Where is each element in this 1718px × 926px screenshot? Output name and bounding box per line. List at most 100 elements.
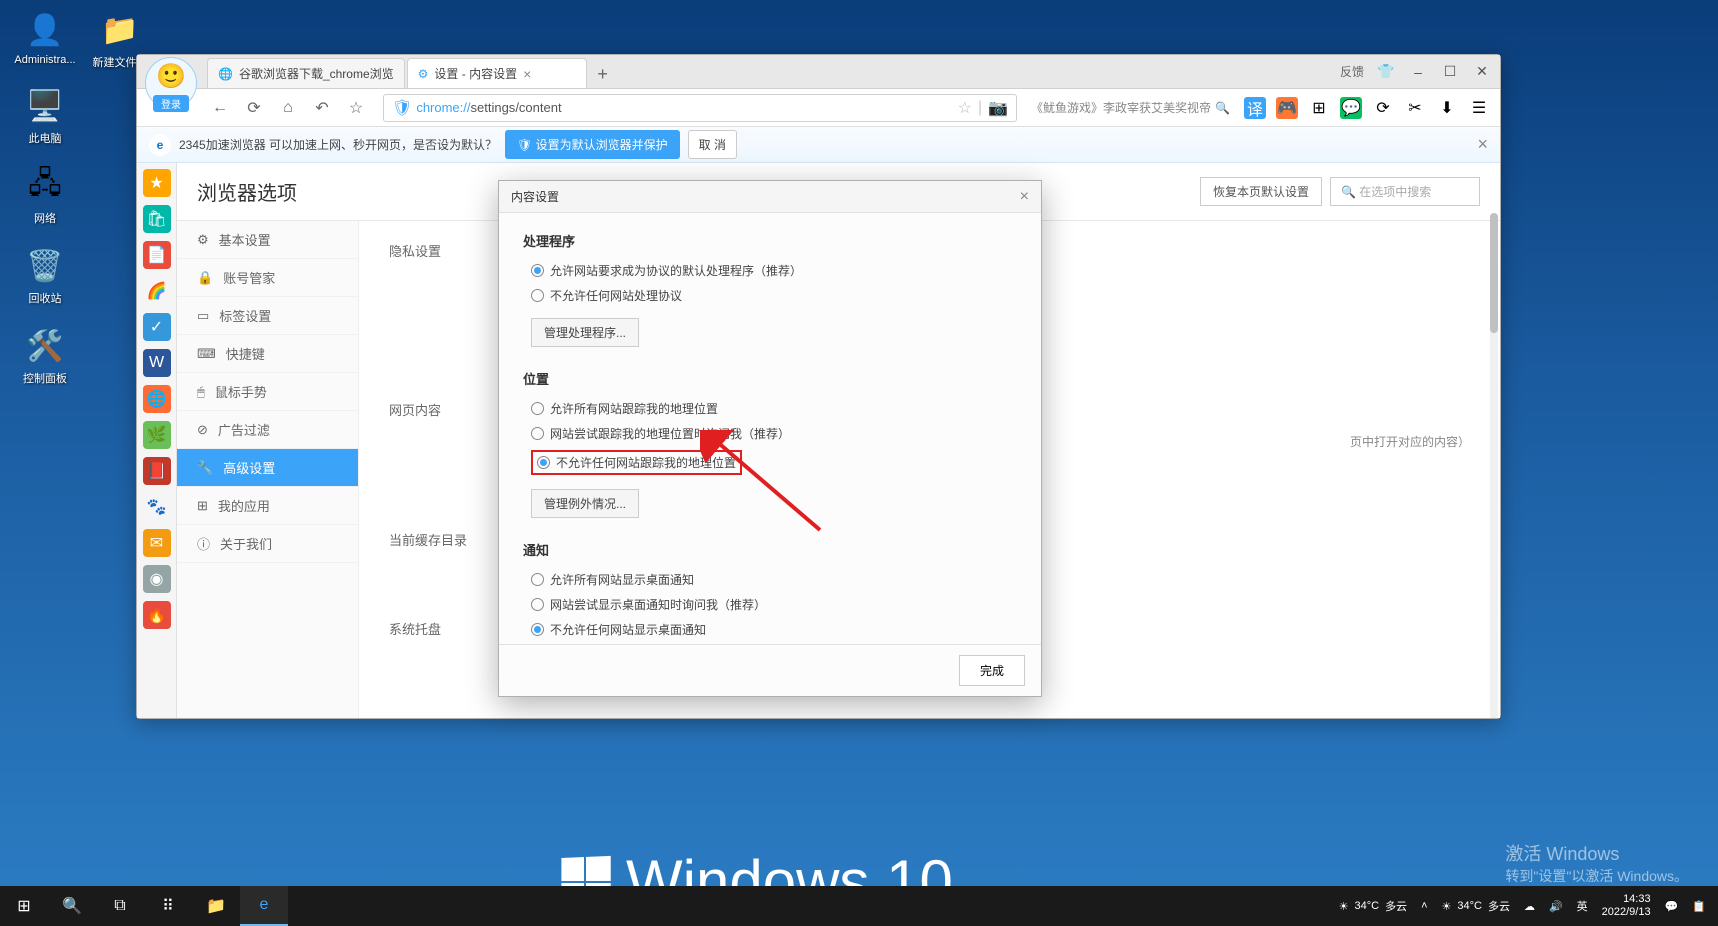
tray-volume-icon[interactable]: 🔊: [1549, 900, 1563, 913]
handler-opt1[interactable]: 允许网站要求成为协议的默认处理程序（推荐）: [523, 262, 1017, 279]
desktop-icon-network[interactable]: 🖧网络: [10, 166, 80, 226]
tray-chevron-icon[interactable]: ˄: [1421, 900, 1427, 912]
new-tab-button[interactable]: +: [589, 60, 617, 88]
apps-icon[interactable]: ⊞: [1308, 97, 1330, 119]
apps-button[interactable]: ⠿: [144, 886, 192, 926]
notify-opt2[interactable]: 网站尝试显示桌面通知时询问我（推荐）: [523, 596, 1017, 613]
edge-button[interactable]: e: [240, 886, 288, 926]
nav-adfilter[interactable]: ⊘广告过滤: [177, 411, 358, 449]
nav-mouse[interactable]: 🖱鼠标手势: [177, 373, 358, 411]
settings-search-input[interactable]: 🔍 在选项中搜索: [1330, 177, 1480, 206]
rail-chrome-icon[interactable]: 🌈: [143, 277, 171, 305]
feedback-label[interactable]: 反馈: [1340, 63, 1364, 80]
weather-widget[interactable]: ☀ 34°C 多云: [1339, 898, 1407, 914]
rail-pdf-icon[interactable]: 📄: [143, 241, 171, 269]
nav-advanced[interactable]: 🔧高级设置: [177, 449, 358, 487]
rail-paw-icon[interactable]: 🐾: [143, 493, 171, 521]
close-icon[interactable]: ×: [1477, 134, 1488, 155]
search-hint[interactable]: 《鱿鱼游戏》李政宰获艾美奖视帝 🔍: [1031, 99, 1230, 116]
nav-account[interactable]: 🔒账号管家: [177, 259, 358, 297]
set-default-button[interactable]: 🛡 设置为默认浏览器并保护: [505, 130, 680, 159]
done-button[interactable]: 完成: [959, 655, 1025, 686]
ime-indicator[interactable]: 英: [1577, 898, 1588, 914]
handler-title: 处理程序: [523, 231, 1017, 250]
explorer-button[interactable]: 📁: [192, 886, 240, 926]
close-button[interactable]: ✕: [1472, 62, 1492, 82]
handler-opt2[interactable]: 不允许任何网站处理协议: [523, 287, 1017, 304]
star-button[interactable]: ☆: [343, 95, 369, 121]
nav-myapps[interactable]: ⊞我的应用: [177, 487, 358, 525]
start-button[interactable]: ⊞: [0, 886, 48, 926]
cancel-button[interactable]: 取 消: [688, 130, 737, 159]
close-icon[interactable]: ×: [523, 66, 531, 82]
activation-watermark: 激活 Windows 转到"设置"以激活 Windows。: [1505, 840, 1688, 886]
back-button[interactable]: ←: [207, 95, 233, 121]
gear-icon: ⚙: [197, 232, 209, 248]
weather-widget-2[interactable]: ☀ 34°C 多云: [1442, 898, 1510, 914]
restore-defaults-button[interactable]: 恢复本页默认设置: [1200, 177, 1322, 206]
wechat-icon[interactable]: 💬: [1340, 97, 1362, 119]
rail-fire-icon[interactable]: 🔥: [143, 601, 171, 629]
desktop-icon-pc[interactable]: 🖥️此电脑: [10, 86, 80, 146]
camera-icon[interactable]: 📷: [988, 98, 1008, 118]
manage-location-exceptions-button[interactable]: 管理例外情况...: [531, 489, 639, 518]
undo-button[interactable]: ↶: [309, 95, 335, 121]
rail-bag-icon[interactable]: 🛍: [143, 205, 171, 233]
left-rail: ★ 🛍 📄 🌈 ✓ W 🌐 🌿 📕 🐾 ✉ ◉ 🔥: [137, 163, 177, 718]
notify-opt1[interactable]: 允许所有网站显示桌面通知: [523, 571, 1017, 588]
notification-icon[interactable]: 💬: [1665, 900, 1679, 913]
bookmark-star-icon[interactable]: ☆: [958, 98, 972, 118]
radio-icon: [531, 623, 544, 636]
manage-handlers-button[interactable]: 管理处理程序...: [531, 318, 639, 347]
nav-about[interactable]: ⓘ关于我们: [177, 525, 358, 563]
grid-icon: ⊞: [197, 498, 208, 514]
task-view-button[interactable]: ⧉: [96, 886, 144, 926]
cut-icon[interactable]: ✂: [1404, 97, 1426, 119]
refresh-icon[interactable]: ⟳: [1372, 97, 1394, 119]
nav-shortcut[interactable]: ⌨快捷键: [177, 335, 358, 373]
maximize-button[interactable]: ☐: [1440, 62, 1460, 82]
radio-icon: [531, 289, 544, 302]
desktop-icon-control[interactable]: 🛠️控制面板: [10, 326, 80, 386]
scrollbar[interactable]: [1490, 213, 1498, 718]
rail-word-icon[interactable]: W: [143, 349, 171, 377]
tray-onedrive-icon[interactable]: ☁: [1524, 900, 1535, 913]
rail-mail-icon[interactable]: ✉: [143, 529, 171, 557]
location-opt1[interactable]: 允许所有网站跟踪我的地理位置: [523, 400, 1017, 417]
rail-star-icon[interactable]: ★: [143, 169, 171, 197]
download-icon[interactable]: ⬇: [1436, 97, 1458, 119]
rail-app-icon[interactable]: 📕: [143, 457, 171, 485]
home-button[interactable]: ⌂: [275, 95, 301, 121]
menu-icon[interactable]: ☰: [1468, 97, 1490, 119]
rail-game-icon[interactable]: 🌿: [143, 421, 171, 449]
tray-more-icon[interactable]: 📋: [1692, 900, 1706, 913]
desktop-icon-admin[interactable]: 👤Administra...: [10, 10, 80, 66]
account-button[interactable]: 🙂 登录: [145, 57, 197, 109]
translate-icon[interactable]: 译: [1244, 97, 1266, 119]
search-button[interactable]: 🔍: [48, 886, 96, 926]
rail-check-icon[interactable]: ✓: [143, 313, 171, 341]
desktop-icon-recycle[interactable]: 🗑️回收站: [10, 246, 80, 306]
tab-chrome-download[interactable]: 🌐 谷歌浏览器下载_chrome浏览: [207, 58, 405, 88]
notify-opt3[interactable]: 不允许任何网站显示桌面通知: [523, 621, 1017, 638]
nav-tabs[interactable]: ▭标签设置: [177, 297, 358, 335]
date-text: 2022/9/13: [1602, 906, 1651, 919]
folder-icon: 📁: [100, 10, 140, 50]
rail-browser-icon[interactable]: 🌐: [143, 385, 171, 413]
nav-basic[interactable]: ⚙基本设置: [177, 221, 358, 259]
rail-swirl-icon[interactable]: ◉: [143, 565, 171, 593]
address-bar[interactable]: 🛡 chrome://settings/content ☆ | 📷: [383, 94, 1017, 122]
location-title: 位置: [523, 369, 1017, 388]
game-icon[interactable]: 🎮: [1276, 97, 1298, 119]
reload-button[interactable]: ⟳: [241, 95, 267, 121]
location-opt2[interactable]: 网站尝试跟踪我的地理位置时询问我（推荐）: [523, 425, 1017, 442]
tab-settings-content[interactable]: ⚙ 设置 - 内容设置 ×: [407, 58, 587, 88]
minimize-button[interactable]: –: [1408, 62, 1428, 82]
close-icon[interactable]: ×: [1020, 188, 1029, 206]
skin-icon[interactable]: 👕: [1376, 62, 1396, 82]
settings-nav: ⚙基本设置 🔒账号管家 ▭标签设置 ⌨快捷键 🖱鼠标手势 ⊘广告过滤 🔧高级设置…: [177, 221, 359, 718]
clock[interactable]: 14:33 2022/9/13: [1602, 893, 1651, 919]
shield-icon: ⊘: [197, 422, 208, 438]
location-opt3[interactable]: 不允许任何网站跟踪我的地理位置: [523, 450, 1017, 475]
scroll-thumb[interactable]: [1490, 213, 1498, 333]
